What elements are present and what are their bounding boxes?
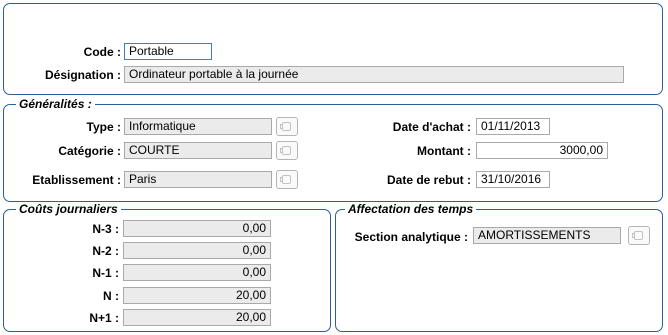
identification-panel: Code : Portable Désignation : Ordinateur… bbox=[3, 3, 663, 95]
affectation-title: Affectation des temps bbox=[345, 202, 477, 216]
montant-field[interactable]: 3000,00 bbox=[476, 142, 608, 159]
section-analytique-field[interactable]: AMORTISSEMENTS bbox=[473, 227, 621, 244]
designation-field[interactable]: Ordinateur portable à la journée bbox=[124, 66, 624, 83]
type-field[interactable]: Informatique bbox=[124, 118, 272, 135]
n+1-field[interactable]: 20,00 bbox=[123, 309, 271, 326]
lookup-icon bbox=[280, 175, 291, 184]
etablissement-lookup-button[interactable] bbox=[276, 170, 298, 189]
categorie-lookup-button[interactable] bbox=[276, 141, 298, 160]
affectation-panel: Affectation des temps Section analytique… bbox=[335, 202, 663, 332]
generalites-panel: Généralités : Type : Informatique Catégo… bbox=[3, 97, 663, 202]
section-lookup-button[interactable] bbox=[628, 226, 650, 245]
type-label: Type : bbox=[86, 120, 121, 134]
lookup-icon bbox=[632, 231, 643, 240]
n-field[interactable]: 20,00 bbox=[123, 287, 271, 304]
etablissement-field[interactable]: Paris bbox=[124, 171, 272, 188]
etablissement-label: Etablissement : bbox=[32, 173, 121, 187]
n-label: N : bbox=[103, 289, 119, 303]
n-2-label: N-2 : bbox=[92, 244, 119, 258]
n-3-field[interactable]: 0,00 bbox=[123, 220, 271, 237]
designation-label: Désignation : bbox=[44, 68, 121, 82]
categorie-label: Catégorie : bbox=[58, 144, 121, 158]
n+1-label: N+1 : bbox=[89, 311, 119, 325]
date-achat-label: Date d'achat : bbox=[392, 120, 471, 134]
couts-journaliers-title: Coûts journaliers bbox=[16, 202, 121, 216]
type-lookup-button[interactable] bbox=[276, 117, 298, 136]
date-rebut-label: Date de rebut : bbox=[386, 173, 471, 187]
n-1-label: N-1 : bbox=[92, 266, 119, 280]
lookup-icon bbox=[280, 122, 291, 131]
code-field[interactable]: Portable bbox=[124, 43, 212, 60]
categorie-field[interactable]: COURTE bbox=[124, 142, 272, 159]
section-analytique-label: Section analytique : bbox=[354, 230, 468, 244]
date-achat-field[interactable]: 01/11/2013 bbox=[476, 118, 550, 135]
lookup-icon bbox=[280, 146, 291, 155]
montant-label: Montant : bbox=[417, 144, 471, 158]
generalites-title: Généralités : bbox=[16, 97, 95, 111]
date-rebut-field[interactable]: 31/10/2016 bbox=[476, 171, 550, 188]
code-label: Code : bbox=[83, 45, 121, 59]
couts-journaliers-panel: Coûts journaliers N-3 : 0,00 N-2 : 0,00 … bbox=[3, 202, 331, 332]
n-2-field[interactable]: 0,00 bbox=[123, 242, 271, 259]
n-1-field[interactable]: 0,00 bbox=[123, 264, 271, 281]
n-3-label: N-3 : bbox=[92, 222, 119, 236]
